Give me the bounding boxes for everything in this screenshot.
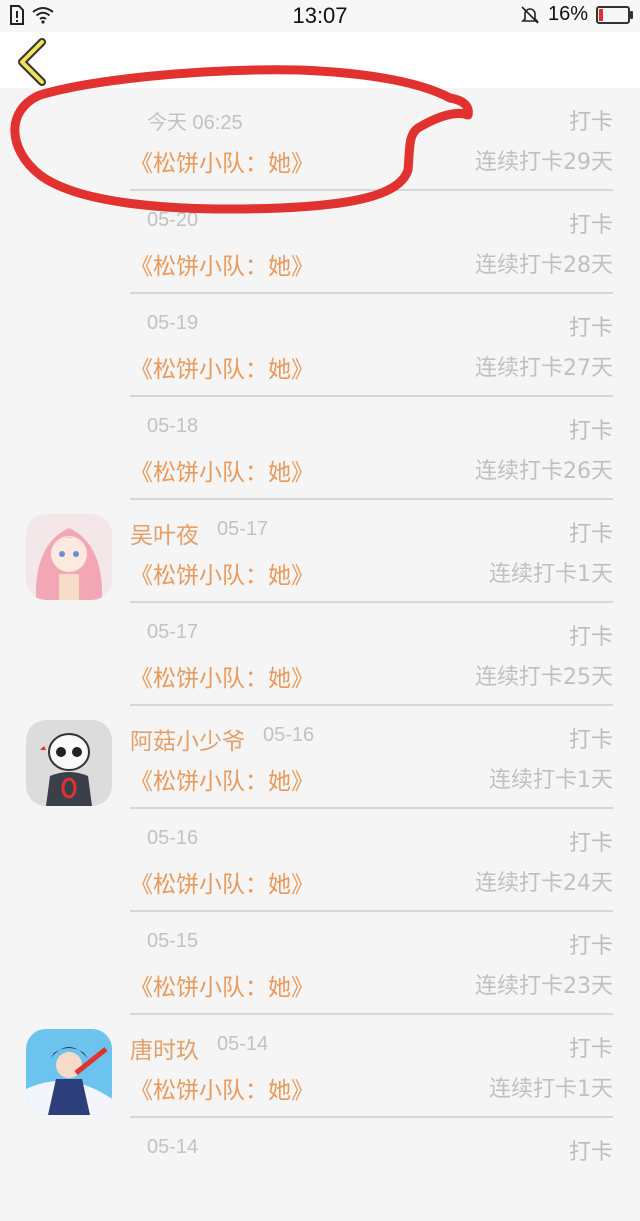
book-title-link[interactable]: 《松饼小队：她》 <box>130 659 314 693</box>
skeleton-avatar[interactable] <box>26 720 112 806</box>
streak-count: 连续打卡26天 <box>475 459 613 484</box>
checkin-item[interactable]: 05-19 打卡《松饼小队：她》 连续打卡27天 <box>0 294 640 397</box>
battery-icon <box>596 5 633 24</box>
checkin-date: 05-16 <box>263 724 315 746</box>
nickname[interactable]: 唐时玖 <box>130 1031 199 1065</box>
checkin-date: 05-17 <box>147 621 199 643</box>
book-title-link[interactable]: 《松饼小队：她》 <box>130 865 314 899</box>
checkin-type-label: 打卡 <box>568 110 613 135</box>
book-title-link[interactable]: 《松饼小队：她》 <box>130 762 314 796</box>
book-title-link[interactable]: 《松饼小队：她》 <box>130 968 314 1002</box>
checkin-item[interactable]: 05-20 打卡《松饼小队：她》 连续打卡28天 <box>0 191 640 294</box>
anime-boy-avatar[interactable] <box>26 1029 112 1115</box>
checkin-type-label: 打卡 <box>568 831 613 856</box>
checkin-type-label: 打卡 <box>568 522 613 547</box>
book-title-link[interactable]: 《松饼小队：她》 <box>130 144 314 178</box>
checkin-date: 05-19 <box>147 312 199 334</box>
checkin-date: 05-14 <box>147 1136 199 1158</box>
checkin-list: 今天 06:25 打卡 《松饼小队：她》 连续打卡29天 05-20 打卡 《松饼小队：她》… <box>0 88 640 1221</box>
checkin-date: 05-15 <box>147 930 199 952</box>
status-bar: 13:07 16% <box>0 0 640 32</box>
streak-count: 连续打卡1天 <box>489 768 613 793</box>
back-button[interactable] <box>10 36 60 86</box>
checkin-type-label: 打卡 <box>568 934 613 959</box>
checkin-type-label: 打卡 <box>568 213 613 238</box>
anime-girl-avatar[interactable] <box>26 514 112 600</box>
checkin-item[interactable]: 05-16 打卡《松饼小队：她》 连续打卡24天 <box>0 809 640 912</box>
checkin-item[interactable]: 阿菇小少爷 05-16 打卡《松饼小队：她》 连续打卡1天 <box>0 706 640 809</box>
checkin-type-label: 打卡 <box>568 625 613 650</box>
nav-bar <box>0 32 640 88</box>
checkin-date: 05-16 <box>147 827 199 849</box>
checkin-type-label: 打卡 <box>568 1140 613 1165</box>
checkin-date: 05-14 <box>217 1033 269 1055</box>
streak-count: 连续打卡29天 <box>475 150 613 175</box>
book-title-link[interactable]: 《松饼小队：她》 <box>130 247 314 281</box>
streak-count: 连续打卡27天 <box>475 356 613 381</box>
streak-count: 连续打卡28天 <box>475 253 613 278</box>
checkin-item[interactable]: 今天 06:25 打卡《松饼小队：她》 连续打卡29天 <box>0 88 640 191</box>
nickname[interactable]: 吴叶夜 <box>130 516 199 550</box>
book-title-link[interactable]: 《松饼小队：她》 <box>130 350 314 384</box>
book-title-link[interactable]: 《松饼小队：她》 <box>130 453 314 487</box>
checkin-date: 05-18 <box>147 415 199 437</box>
checkin-date: 05-20 <box>147 209 199 231</box>
checkin-type-label: 打卡 <box>568 1037 613 1062</box>
checkin-type-label: 打卡 <box>568 419 613 444</box>
mute-bell-icon <box>521 5 539 24</box>
checkin-item[interactable]: 05-18 打卡《松饼小队：她》 连续打卡26天 <box>0 397 640 500</box>
checkin-type-label: 打卡 <box>568 316 613 341</box>
checkin-date: 05-17 <box>217 518 269 540</box>
battery-percent: 16% <box>547 3 588 25</box>
checkin-item[interactable]: 唐时玖 05-14 打卡《松饼小队：她》 连续打卡1天 <box>0 1015 640 1118</box>
nickname[interactable]: 阿菇小少爷 <box>130 722 245 756</box>
checkin-date: 今天 06:25 <box>147 112 243 134</box>
streak-count: 连续打卡23天 <box>475 974 613 999</box>
streak-count: 连续打卡24天 <box>475 871 613 896</box>
checkin-item[interactable]: 05-14 打卡 <box>0 1118 640 1221</box>
streak-count: 连续打卡25天 <box>475 665 613 690</box>
checkin-item[interactable]: 05-15 打卡《松饼小队：她》 连续打卡23天 <box>0 912 640 1015</box>
checkin-item[interactable]: 吴叶夜 05-17 打卡《松饼小队：她》 连续打卡1天 <box>0 500 640 603</box>
book-title-link[interactable]: 《松饼小队：她》 <box>130 1071 314 1105</box>
streak-count: 连续打卡1天 <box>489 562 613 587</box>
checkin-type-label: 打卡 <box>568 728 613 753</box>
checkin-item[interactable]: 05-17 打卡《松饼小队：她》 连续打卡25天 <box>0 603 640 706</box>
book-title-link[interactable]: 《松饼小队：她》 <box>130 556 314 590</box>
chevron-left-icon <box>18 38 46 86</box>
streak-count: 连续打卡1天 <box>489 1077 613 1102</box>
